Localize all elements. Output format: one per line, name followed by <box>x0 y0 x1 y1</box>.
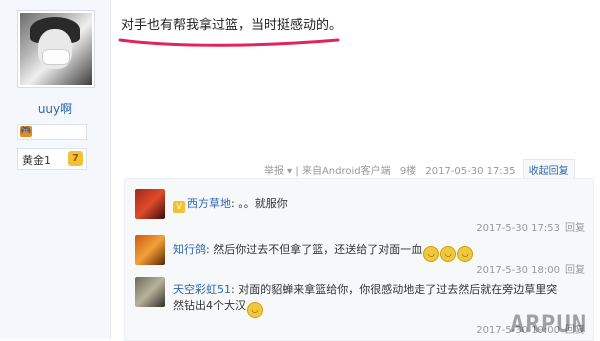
vip-icon: V <box>173 201 185 213</box>
smile-emoji-icon: ◡ <box>440 246 457 262</box>
reply-text: 天空彩虹51: 对面的貂蝉来拿篮给你，你很感动地走了过去然后就在旁边草里突 <box>173 283 558 296</box>
reply-time: 2017-5-30 17:53 <box>476 223 560 234</box>
badge-row: 🎮 <box>17 124 87 140</box>
client-source[interactable]: 来自Android客户端 <box>302 166 391 177</box>
reply-avatar[interactable] <box>135 189 165 219</box>
reply-time: 2017-5-30 18:00 <box>476 265 560 276</box>
reply-button[interactable]: 回复 <box>565 223 585 234</box>
reply-meta: 2017-5-30 17:53 回复 <box>476 219 585 234</box>
avatar-image <box>20 13 92 85</box>
reply-avatar[interactable] <box>135 277 165 307</box>
smile-emoji-icon: ◡ <box>423 246 440 262</box>
report-link[interactable]: 举报 ▾ <box>264 166 292 177</box>
reply-content: 然钻出4个大汉 <box>173 299 246 312</box>
reply-button[interactable]: 回复 <box>565 265 585 276</box>
reply-avatar[interactable] <box>135 235 165 265</box>
post-content: 对手也有帮我拿过篮，当时挺感动的。 <box>121 18 343 33</box>
post-meta: 举报 ▾ | 来自Android客户端 9楼 2017-05-30 17:35 … <box>264 159 582 180</box>
watermark: ARPUN <box>510 310 588 338</box>
post-time: 2017-05-30 17:35 <box>425 166 516 177</box>
username-link[interactable]: uuy啊 <box>0 100 110 117</box>
level-badge: 黄金1 7 <box>17 148 87 170</box>
collapse-replies-button[interactable]: 收起回复 <box>522 159 575 180</box>
floor-number: 9楼 <box>399 166 417 177</box>
reply-meta: 2017-5-30 18:00 回复 <box>476 261 585 276</box>
level-name: 黄金1 <box>22 154 51 167</box>
smile-emoji-icon: ◡ <box>247 302 263 318</box>
reply-username[interactable]: 天空彩虹51 <box>173 283 231 296</box>
reply-text-continued: 然钻出4个大汉 ◡ <box>173 297 263 318</box>
avatar[interactable] <box>17 10 95 88</box>
reply-content: 对面的貂蝉来拿篮给你，你很感动地走了过去然后就在旁边草里突 <box>238 283 558 296</box>
reply-content: 。。就服你 <box>238 197 288 210</box>
reply-username[interactable]: 知行鸽 <box>173 243 206 256</box>
level-number: 7 <box>68 151 83 166</box>
smile-emoji-icon: ◡ <box>457 246 474 262</box>
reply-text: V 西方草地: 。。就服你 <box>173 195 288 213</box>
user-sidebar: uuy啊 🎮 黄金1 7 <box>0 0 111 339</box>
reply-content: 然后你过去不但拿了篮，还送给了对面一血 <box>213 243 423 256</box>
red-underline-annotation <box>118 38 340 47</box>
reply-text: 知行鸽: 然后你过去不但拿了篮，还送给了对面一血 ◡ ◡ ◡ <box>173 241 474 262</box>
reply-username[interactable]: 西方草地 <box>187 197 231 210</box>
game-badge-icon[interactable]: 🎮 <box>20 126 32 137</box>
